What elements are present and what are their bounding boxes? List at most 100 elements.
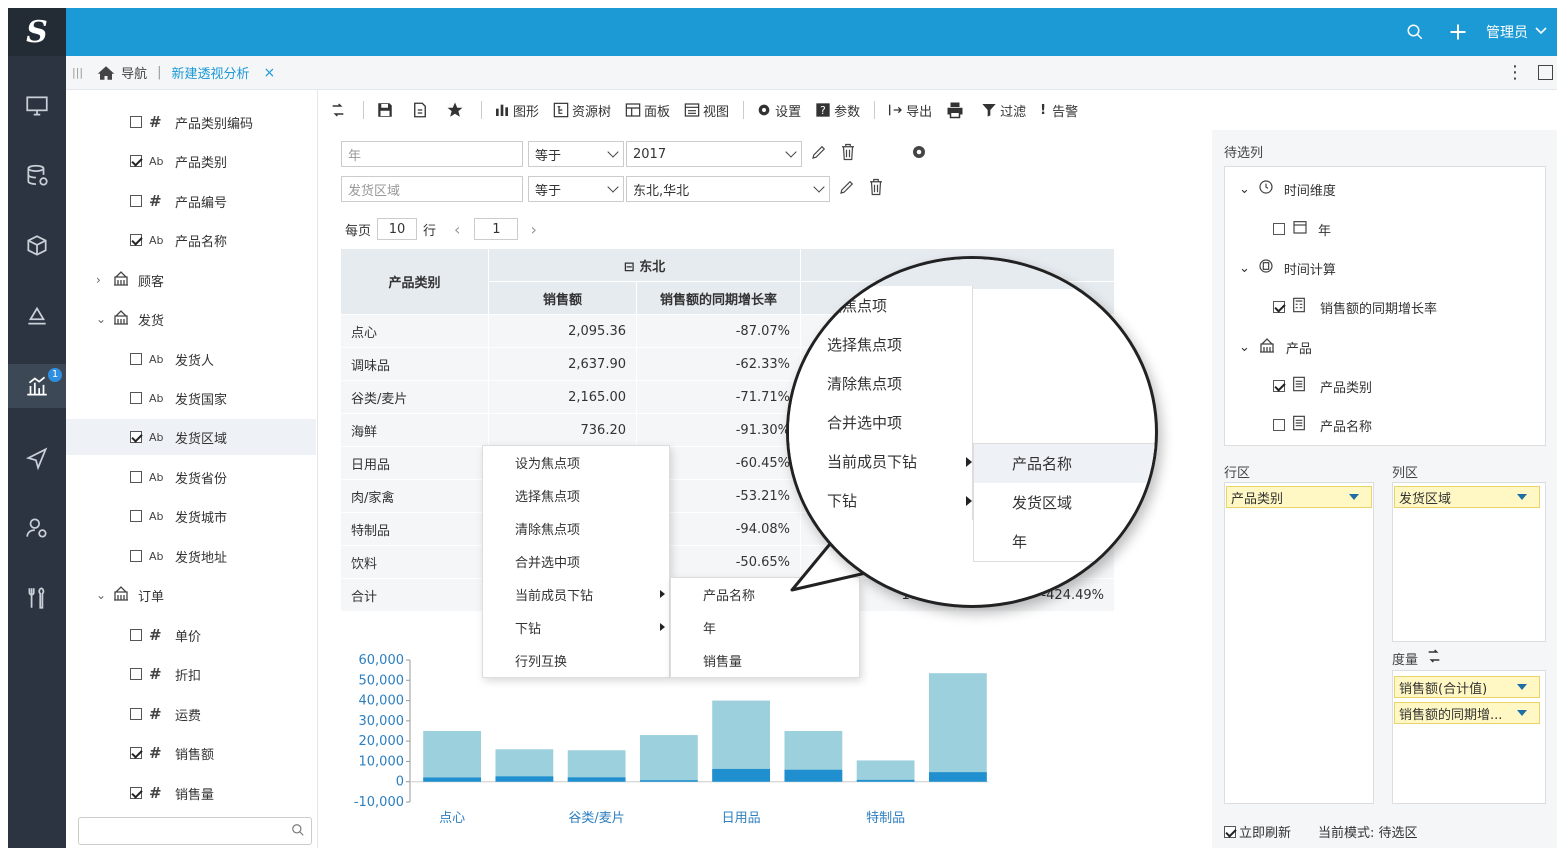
menu-toggle-icon[interactable]: ||| xyxy=(72,66,83,79)
field-checkbox[interactable] xyxy=(1273,380,1285,392)
field-item[interactable]: # 产品类别编码 xyxy=(66,104,316,140)
save-as-icon[interactable] xyxy=(411,101,432,119)
menu-item-merge[interactable]: 合并选中项 xyxy=(483,545,669,578)
field-checkbox[interactable] xyxy=(130,116,142,128)
submenu-item-year[interactable]: 年 xyxy=(671,611,859,644)
filter-operator-select[interactable]: 等于 xyxy=(528,141,624,167)
export-button[interactable]: 导出 xyxy=(887,101,932,120)
row-label[interactable]: 饮料 xyxy=(340,545,489,579)
maximize-icon[interactable] xyxy=(1538,65,1553,80)
add-icon[interactable] xyxy=(1448,8,1468,56)
monitor-icon[interactable] xyxy=(8,84,66,128)
field-item[interactable]: # 折扣 xyxy=(66,656,316,692)
bar-secondary[interactable] xyxy=(639,780,698,782)
bar-primary[interactable] xyxy=(928,673,987,782)
save-icon[interactable] xyxy=(376,101,397,119)
bar-primary[interactable] xyxy=(423,731,482,782)
bar-secondary[interactable] xyxy=(567,777,626,782)
magnified-submenu-item[interactable]: 年 xyxy=(974,522,1155,561)
col-header[interactable]: 销售额 xyxy=(488,281,637,315)
tree-field[interactable]: 年 xyxy=(1273,219,1331,239)
layers-icon[interactable] xyxy=(8,294,66,338)
row-label[interactable]: 特制品 xyxy=(340,512,489,546)
menu-item-select-focus[interactable]: 选择焦点项 xyxy=(483,479,669,512)
col-header[interactable]: 销售额的同期增长率 xyxy=(636,281,801,315)
field-item[interactable]: Ab 发货国家 xyxy=(66,380,316,416)
field-checkbox[interactable] xyxy=(130,550,142,562)
field-checkbox[interactable] xyxy=(130,708,142,720)
submenu-item-quantity[interactable]: 销售量 xyxy=(671,644,859,677)
send-icon[interactable] xyxy=(8,436,66,480)
row-area[interactable] xyxy=(1224,482,1374,804)
field-group[interactable]: ⌄ 发货 xyxy=(66,301,316,337)
magnified-submenu-item[interactable]: 产品名称 xyxy=(974,444,1155,483)
user-menu[interactable]: 管理员 xyxy=(1486,8,1548,56)
row-label[interactable]: 肉/家禽 xyxy=(340,479,489,513)
close-tab-icon[interactable]: × xyxy=(264,65,276,81)
field-item[interactable]: Ab 产品名称 xyxy=(66,222,316,258)
col-field-chip[interactable]: 发货区域 xyxy=(1394,486,1540,508)
field-item[interactable]: Ab 产品类别 xyxy=(66,143,316,179)
bar-primary[interactable] xyxy=(856,760,915,782)
row-field-chip[interactable]: 产品类别 xyxy=(1226,486,1372,508)
menu-item-set-focus[interactable]: 设为焦点项 xyxy=(483,446,669,479)
field-checkbox[interactable] xyxy=(130,234,142,246)
field-checkbox[interactable] xyxy=(130,392,142,404)
field-checkbox[interactable] xyxy=(130,668,142,680)
refresh-icon[interactable] xyxy=(330,102,349,118)
field-item[interactable]: Ab 发货人 xyxy=(66,341,316,377)
field-item[interactable]: Ab 发货省份 xyxy=(66,459,316,495)
row-label[interactable]: 海鲜 xyxy=(340,413,489,447)
view-button[interactable]: 视图 xyxy=(684,101,729,120)
page-input[interactable]: 1 xyxy=(474,218,519,240)
prev-page-icon[interactable]: ‹ xyxy=(454,220,460,239)
menu-item-drill[interactable]: 下钻 xyxy=(483,611,669,644)
tree-field[interactable]: 产品名称 xyxy=(1273,415,1372,435)
filter-operator-select[interactable]: 等于 xyxy=(528,176,624,202)
bar-primary[interactable] xyxy=(639,735,698,782)
tree-group[interactable]: ⌄ 时间维度 xyxy=(1239,179,1336,199)
cell[interactable]: -62.33% xyxy=(636,347,801,381)
chart-button[interactable]: 图形 xyxy=(494,101,539,120)
magnified-item[interactable]: 清除焦点项 xyxy=(789,364,972,403)
tree-field[interactable]: 销售额的同期增长率 xyxy=(1273,297,1437,317)
field-group[interactable]: › 顾客 xyxy=(66,262,316,298)
bar-secondary[interactable] xyxy=(712,768,771,782)
field-checkbox[interactable] xyxy=(130,787,142,799)
field-item[interactable]: Ab 发货区域 xyxy=(66,419,316,455)
delete-icon[interactable] xyxy=(840,143,856,165)
auto-refresh-checkbox[interactable] xyxy=(1224,825,1236,838)
tools-icon[interactable] xyxy=(8,576,66,620)
field-checkbox[interactable] xyxy=(130,195,142,207)
measure-chip[interactable]: 销售额的同期增... xyxy=(1394,702,1540,724)
cell[interactable]: 2,637.90 xyxy=(488,347,637,381)
more-options-icon[interactable]: ⋮ xyxy=(1506,62,1524,83)
dropdown-arrow-icon[interactable] xyxy=(1517,494,1527,500)
settings-button[interactable]: 设置 xyxy=(756,101,801,120)
field-checkbox[interactable] xyxy=(130,431,142,443)
group-header[interactable]: ⊟ 东北 xyxy=(488,248,801,282)
row-label[interactable]: 日用品 xyxy=(340,446,489,480)
bar-primary[interactable] xyxy=(567,750,626,782)
magnified-item[interactable]: 下钻 xyxy=(789,481,972,520)
field-checkbox[interactable] xyxy=(1273,419,1285,431)
tree-field[interactable]: 产品类别 xyxy=(1273,376,1372,396)
filter-settings-icon[interactable] xyxy=(910,143,928,165)
row-label[interactable]: 调味品 xyxy=(340,347,489,381)
filter-field-input[interactable]: 年 xyxy=(341,141,523,167)
bar-secondary[interactable] xyxy=(928,772,987,782)
tree-group[interactable]: ⌄ 产品 xyxy=(1239,337,1312,357)
menu-item-swap[interactable]: 行列互换 xyxy=(483,644,669,677)
chevron-down-icon[interactable]: ⌄ xyxy=(96,312,112,326)
field-checkbox[interactable] xyxy=(130,155,142,167)
params-button[interactable]: ? 参数 xyxy=(815,101,860,120)
cell[interactable]: -87.07% xyxy=(636,314,801,348)
chevron-down-icon[interactable]: ⌄ xyxy=(96,588,112,602)
field-item[interactable]: # 销售量 xyxy=(66,775,316,811)
auto-refresh-toggle[interactable]: 立即刷新 xyxy=(1224,822,1291,841)
menu-item-drill-current[interactable]: 当前成员下钻 xyxy=(483,578,669,611)
magnified-item[interactable]: 选择焦点项 xyxy=(789,325,972,364)
filter-field-input[interactable]: 发货区域 xyxy=(341,176,523,202)
swap-icon[interactable] xyxy=(1426,648,1442,668)
search-icon[interactable] xyxy=(1406,8,1424,56)
